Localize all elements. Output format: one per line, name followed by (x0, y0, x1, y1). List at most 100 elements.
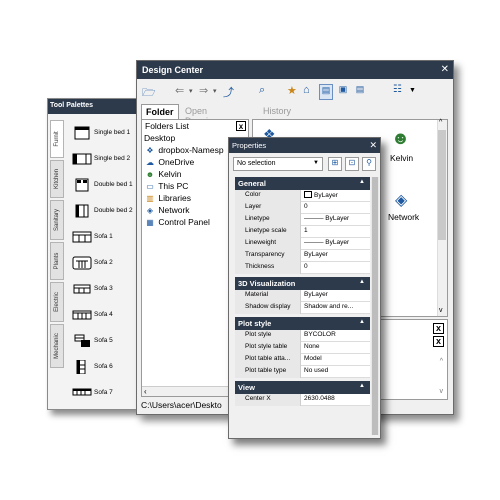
collapse-icon[interactable]: ▲ (359, 319, 365, 325)
bed-single-icon (72, 153, 92, 165)
tab-mechanic[interactable]: Mechanic (50, 324, 64, 368)
design-center-title[interactable]: Design Center (137, 61, 453, 79)
close-icon[interactable]: ✕ (369, 140, 377, 151)
forward-dropdown-icon[interactable]: ▾ (213, 87, 217, 103)
tab-sanitary[interactable]: Sanitary (50, 200, 64, 240)
tab-folder[interactable]: Folder (141, 104, 179, 119)
dropbox-icon: ❖ (146, 146, 154, 155)
network-icon: ◈ (146, 206, 154, 215)
sofa-icon (72, 256, 92, 270)
load-folder-icon[interactable]: 🗁 (142, 84, 156, 100)
toggle-pickadd-icon[interactable]: ⊞ (328, 157, 342, 171)
quick-select-icon[interactable]: ⚲ (362, 157, 376, 171)
scroll-up-icon[interactable]: ^ (439, 119, 442, 126)
collapse-icon[interactable]: ▲ (359, 279, 365, 285)
bed-double-icon (75, 178, 89, 192)
preview-icon[interactable]: ▣ (336, 84, 350, 100)
palette-item-sofa-6[interactable]: Sofa 6 (68, 358, 138, 378)
chevron-down-icon: ▼ (313, 160, 319, 166)
scrollbar-thumb[interactable] (372, 177, 378, 435)
tab-electric[interactable]: Electric (50, 282, 64, 322)
tree-item-kelvin[interactable]: ☻ Kelvin (144, 169, 182, 181)
palette-item-sofa-2[interactable]: Sofa 2 (68, 254, 138, 274)
select-objects-icon[interactable]: ⊡ (345, 157, 359, 171)
tab-furniture[interactable]: Furnit (50, 120, 64, 158)
up-folder-icon[interactable]: ⤴ (223, 84, 234, 100)
tree-item-control-panel[interactable]: ▦ Control Panel (144, 217, 210, 229)
description-icon[interactable]: ▤ (353, 84, 367, 100)
palette-item-double-bed-2[interactable]: Double bed 2 (68, 202, 138, 222)
scrollbar-thumb[interactable] (438, 130, 446, 240)
tree-item-desktop[interactable]: Desktop (144, 133, 175, 145)
property-row[interactable]: Transparency ByLayer (235, 250, 370, 262)
tab-history[interactable]: History (259, 104, 295, 119)
views-dropdown-icon[interactable]: ▼ (409, 87, 416, 103)
scroll-down-icon[interactable]: v (439, 307, 443, 314)
library-icon: ▥ (146, 194, 154, 203)
section-plot-style[interactable]: Plot style ▲ (235, 317, 370, 330)
views-icon[interactable]: ☷ (393, 84, 402, 100)
tree-item-onedrive[interactable]: ☁ OneDrive (144, 157, 194, 169)
scroll-up-icon[interactable]: ^ (440, 358, 443, 365)
property-row[interactable]: Linetype scale 1 (235, 226, 370, 238)
tree-item-this-pc[interactable]: ▭ This PC (144, 181, 188, 193)
description-close-button[interactable]: x (433, 336, 444, 347)
palette-item-single-bed-2[interactable]: Single bed 2 (68, 150, 138, 170)
palette-item-sofa-1[interactable]: Sofa 1 (68, 228, 138, 248)
properties-vertical-scrollbar[interactable] (371, 177, 379, 435)
close-icon[interactable]: ✕ (441, 64, 449, 75)
sofa-icon (73, 284, 91, 294)
network-icon[interactable]: ◈ (395, 190, 407, 210)
tab-plants[interactable]: Plants (50, 242, 64, 280)
palette-item-double-bed-1[interactable]: Double bed 1 (68, 176, 138, 196)
home-icon[interactable]: ⌂ (303, 84, 310, 100)
section-view[interactable]: View ▲ (235, 381, 370, 394)
palette-item-sofa-3[interactable]: Sofa 3 (68, 280, 138, 300)
tab-kitchen[interactable]: Kitchen (50, 160, 64, 198)
property-row[interactable]: Plot style table None (235, 342, 370, 354)
tree-view-toggle-icon[interactable]: ▤ (319, 84, 333, 100)
forward-icon[interactable]: ⇒ (199, 84, 208, 100)
property-row[interactable]: Plot table atta... Model (235, 354, 370, 366)
properties-title[interactable]: Properties (229, 138, 380, 153)
palette-item-sofa-5[interactable]: Sofa 5 (68, 332, 138, 352)
scroll-left-icon[interactable]: ‹ (144, 387, 147, 396)
back-icon[interactable]: ⇐ (175, 84, 184, 100)
tool-palettes-title[interactable]: Tool Palettes (48, 99, 136, 114)
tree-item-network[interactable]: ◈ Network (144, 205, 190, 217)
tree-item-dropbox[interactable]: ❖ dropbox-Namesp (144, 145, 223, 157)
property-row[interactable]: Plot table type No used (235, 366, 370, 378)
property-row[interactable]: Shadow display Shadow and re... (235, 302, 370, 314)
property-row[interactable]: Plot style BYCOLOR (235, 330, 370, 342)
tab-open-drawings[interactable]: Open Drawings (181, 104, 227, 126)
property-row[interactable]: Material ByLayer (235, 290, 370, 302)
property-row[interactable]: Color ByLayer (235, 190, 370, 202)
sofa-icon (76, 360, 86, 374)
preview-close-button[interactable]: x (433, 323, 444, 334)
collapse-icon[interactable]: ▲ (359, 179, 365, 185)
user-icon[interactable]: ☻ (391, 128, 413, 150)
cloud-icon: ☁ (146, 158, 154, 167)
property-row[interactable]: Layer 0 (235, 202, 370, 214)
palette-item-sofa-4[interactable]: Sofa 4 (68, 306, 138, 326)
property-row[interactable]: Linetype ——— ByLayer (235, 214, 370, 226)
selection-dropdown[interactable]: No selection ▼ (233, 157, 323, 171)
property-row[interactable]: Lineweight ——— ByLayer (235, 238, 370, 250)
property-row[interactable]: Center X 2630.0488 (235, 394, 370, 406)
section-3d-visualization[interactable]: 3D Visualization ▲ (235, 277, 370, 290)
palette-item-sofa-7[interactable]: Sofa 7 (68, 384, 138, 404)
content-item-label: Network (388, 212, 420, 222)
property-row[interactable]: Thickness 0 (235, 262, 370, 274)
tree-item-libraries[interactable]: ▥ Libraries (144, 193, 191, 205)
scroll-down-icon[interactable]: v (440, 388, 444, 395)
section-general[interactable]: General ▲ (235, 177, 370, 190)
control-panel-icon: ▦ (146, 218, 154, 227)
content-vertical-scrollbar[interactable]: ^ v (437, 119, 447, 316)
favorites-icon[interactable]: ★ (287, 84, 297, 100)
folders-list-close-button[interactable]: x (236, 121, 246, 131)
back-dropdown-icon[interactable]: ▾ (189, 87, 193, 103)
search-icon[interactable]: ⌕ (259, 84, 265, 100)
computer-icon: ▭ (146, 182, 154, 191)
palette-item-single-bed-1[interactable]: Single bed 1 (68, 124, 138, 144)
collapse-icon[interactable]: ▲ (359, 383, 365, 389)
